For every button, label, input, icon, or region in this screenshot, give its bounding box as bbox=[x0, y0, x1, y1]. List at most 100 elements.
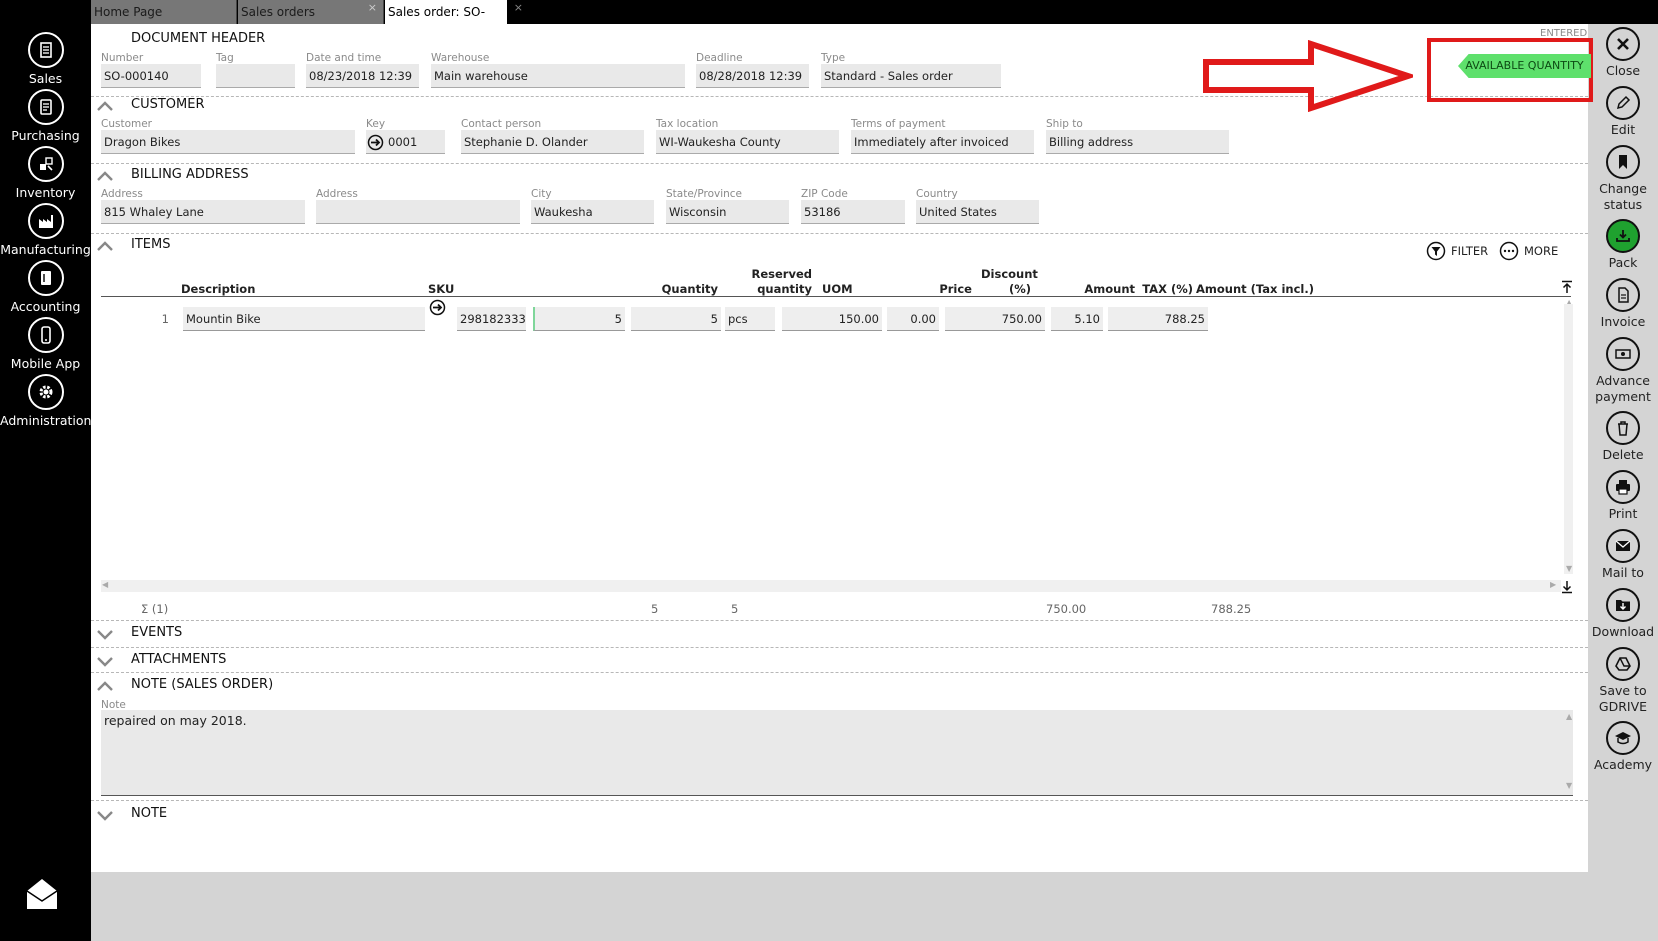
chevron-up-icon[interactable] bbox=[96, 100, 114, 112]
nav-administration[interactable]: Administration bbox=[0, 374, 91, 428]
nav-inventory[interactable]: Inventory bbox=[0, 146, 91, 200]
customer-field[interactable]: Dragon Bikes bbox=[101, 130, 355, 154]
filter-button[interactable]: FILTER bbox=[1426, 241, 1488, 261]
warehouse-field[interactable]: Main warehouse bbox=[431, 64, 685, 88]
row-quantity[interactable]: 5 bbox=[533, 307, 625, 331]
tax-location-field[interactable]: WI-Waukesha County bbox=[656, 130, 839, 154]
column-header-uom[interactable]: UOM bbox=[822, 282, 853, 296]
save-to-gdrive-button[interactable]: Save to GDRIVE bbox=[1588, 647, 1658, 715]
change-status-button[interactable]: Change status bbox=[1588, 145, 1658, 213]
tab-sales-orders[interactable]: Sales orders × bbox=[238, 0, 384, 24]
nav-purchasing[interactable]: Purchasing bbox=[0, 89, 91, 143]
column-header-description[interactable]: Description bbox=[181, 282, 255, 296]
mail-to-button[interactable]: Mail to bbox=[1588, 529, 1658, 581]
billing-address-field[interactable]: 815 Whaley Lane bbox=[101, 200, 305, 224]
column-header-discount-bottom[interactable]: (%) bbox=[981, 282, 1031, 296]
chevron-down-icon[interactable] bbox=[96, 628, 114, 640]
action-label: Close bbox=[1605, 63, 1641, 78]
divider bbox=[91, 233, 1588, 234]
column-header-quantity[interactable]: Quantity bbox=[622, 282, 718, 296]
country-field[interactable]: United States bbox=[916, 200, 1039, 224]
chevron-up-icon[interactable] bbox=[96, 170, 114, 182]
tab-sales-order-detail[interactable]: Sales order: SO-000140× bbox=[385, 0, 523, 43]
tab-home-page[interactable]: Home Page bbox=[91, 0, 237, 24]
available-quantity-button[interactable]: AVAILABLE QUANTITY bbox=[1458, 54, 1591, 78]
chevron-down-icon[interactable] bbox=[96, 655, 114, 667]
chevron-down-icon[interactable] bbox=[96, 809, 114, 821]
city-field[interactable]: Waukesha bbox=[531, 200, 654, 224]
deadline-field[interactable]: 08/28/2018 12:39 bbox=[696, 64, 809, 88]
row-reserved-quantity[interactable]: 5 bbox=[631, 307, 721, 331]
contact-person-field[interactable]: Stephanie D. Olander bbox=[461, 130, 644, 154]
print-button[interactable]: Print bbox=[1588, 470, 1658, 522]
nav-sales[interactable]: Sales bbox=[0, 32, 91, 86]
pack-button[interactable]: Pack bbox=[1588, 219, 1658, 271]
chevron-up-icon[interactable] bbox=[96, 680, 114, 692]
row-description[interactable]: Mountin Bike bbox=[183, 307, 425, 331]
row-tax[interactable]: 5.10 bbox=[1051, 307, 1103, 331]
close-button[interactable]: Close bbox=[1588, 27, 1658, 79]
billing-address-2-field[interactable] bbox=[316, 200, 520, 224]
section-title-events[interactable]: EVENTS bbox=[131, 625, 182, 640]
action-label: Pack bbox=[1608, 255, 1638, 270]
academy-button[interactable]: Academy bbox=[1588, 721, 1658, 773]
number-field[interactable]: SO-000140 bbox=[101, 64, 201, 88]
column-header-tax[interactable]: TAX (%) bbox=[1141, 282, 1193, 296]
column-header-reserved-bottom[interactable]: quantity bbox=[716, 282, 812, 296]
scroll-up-arrow[interactable]: ▲ bbox=[1566, 712, 1572, 721]
scroll-left-arrow[interactable]: ◀ bbox=[102, 580, 108, 589]
divider bbox=[91, 620, 1588, 621]
amount-total: 750.00 bbox=[1046, 602, 1087, 616]
section-title-note[interactable]: NOTE bbox=[131, 806, 167, 821]
horizontal-scrollbar[interactable] bbox=[101, 580, 1561, 592]
scroll-to-bottom-icon[interactable] bbox=[1561, 580, 1573, 594]
close-icon[interactable]: × bbox=[514, 0, 523, 20]
delete-button[interactable]: Delete bbox=[1588, 411, 1658, 463]
close-icon[interactable]: × bbox=[368, 0, 377, 20]
more-button[interactable]: MORE bbox=[1499, 241, 1558, 261]
section-title-attachments[interactable]: ATTACHMENTS bbox=[131, 652, 226, 667]
nav-mobile-app[interactable]: Mobile App bbox=[0, 317, 91, 371]
ship-to-field[interactable]: Billing address bbox=[1046, 130, 1229, 154]
invoice-button[interactable]: Invoice bbox=[1588, 278, 1658, 330]
state-field[interactable]: Wisconsin bbox=[666, 200, 789, 224]
nav-label: Inventory bbox=[15, 185, 76, 200]
envelope-open-icon[interactable] bbox=[25, 877, 59, 911]
tag-field[interactable] bbox=[216, 64, 295, 88]
row-amount[interactable]: 750.00 bbox=[945, 307, 1045, 331]
row-amount-tax-incl[interactable]: 788.25 bbox=[1108, 307, 1208, 331]
row-price[interactable]: 150.00 bbox=[782, 307, 882, 331]
download-button[interactable]: Download bbox=[1588, 588, 1658, 640]
arrow-right-circle-icon[interactable] bbox=[429, 299, 446, 316]
section-title-document-header: DOCUMENT HEADER bbox=[131, 31, 266, 46]
field-label: Tax location bbox=[656, 118, 719, 130]
section-title-billing-address: BILLING ADDRESS bbox=[131, 167, 249, 182]
chevron-up-icon[interactable] bbox=[96, 240, 114, 252]
nav-manufacturing[interactable]: Manufacturing bbox=[0, 203, 91, 257]
row-sku[interactable]: 298182333 bbox=[457, 307, 526, 331]
scroll-down-arrow[interactable]: ▼ bbox=[1566, 564, 1572, 573]
terms-of-payment-field[interactable]: Immediately after invoiced bbox=[851, 130, 1034, 154]
column-header-sku[interactable]: SKU bbox=[428, 282, 454, 296]
divider bbox=[91, 672, 1588, 673]
type-field[interactable]: Standard - Sales order bbox=[821, 64, 1001, 88]
column-header-discount-top[interactable]: Discount bbox=[981, 267, 1038, 281]
row-uom[interactable]: pcs bbox=[725, 307, 775, 331]
vertical-scrollbar[interactable] bbox=[1564, 304, 1573, 574]
column-header-price[interactable]: Price bbox=[872, 282, 972, 296]
column-header-amount[interactable]: Amount bbox=[1035, 282, 1135, 296]
zip-code-field[interactable]: 53186 bbox=[801, 200, 905, 224]
scroll-down-arrow[interactable]: ▼ bbox=[1566, 781, 1572, 790]
arrow-right-circle-icon[interactable] bbox=[367, 134, 384, 151]
note-textarea[interactable]: repaired on may 2018. bbox=[101, 710, 1573, 796]
column-header-amount-tax-incl[interactable]: Amount (Tax incl.) bbox=[1196, 282, 1314, 296]
edit-button[interactable]: Edit bbox=[1588, 86, 1658, 138]
date-time-field[interactable]: 08/23/2018 12:39 bbox=[306, 64, 419, 88]
nav-accounting[interactable]: Accounting bbox=[0, 260, 91, 314]
row-discount[interactable]: 0.00 bbox=[887, 307, 939, 331]
scroll-to-top-icon[interactable] bbox=[1561, 280, 1573, 294]
field-label: Customer bbox=[101, 118, 153, 130]
scroll-right-arrow[interactable]: ▶ bbox=[1550, 580, 1556, 589]
column-header-reserved-top[interactable]: Reserved bbox=[716, 267, 813, 281]
advance-payment-button[interactable]: Advance payment bbox=[1588, 337, 1658, 405]
